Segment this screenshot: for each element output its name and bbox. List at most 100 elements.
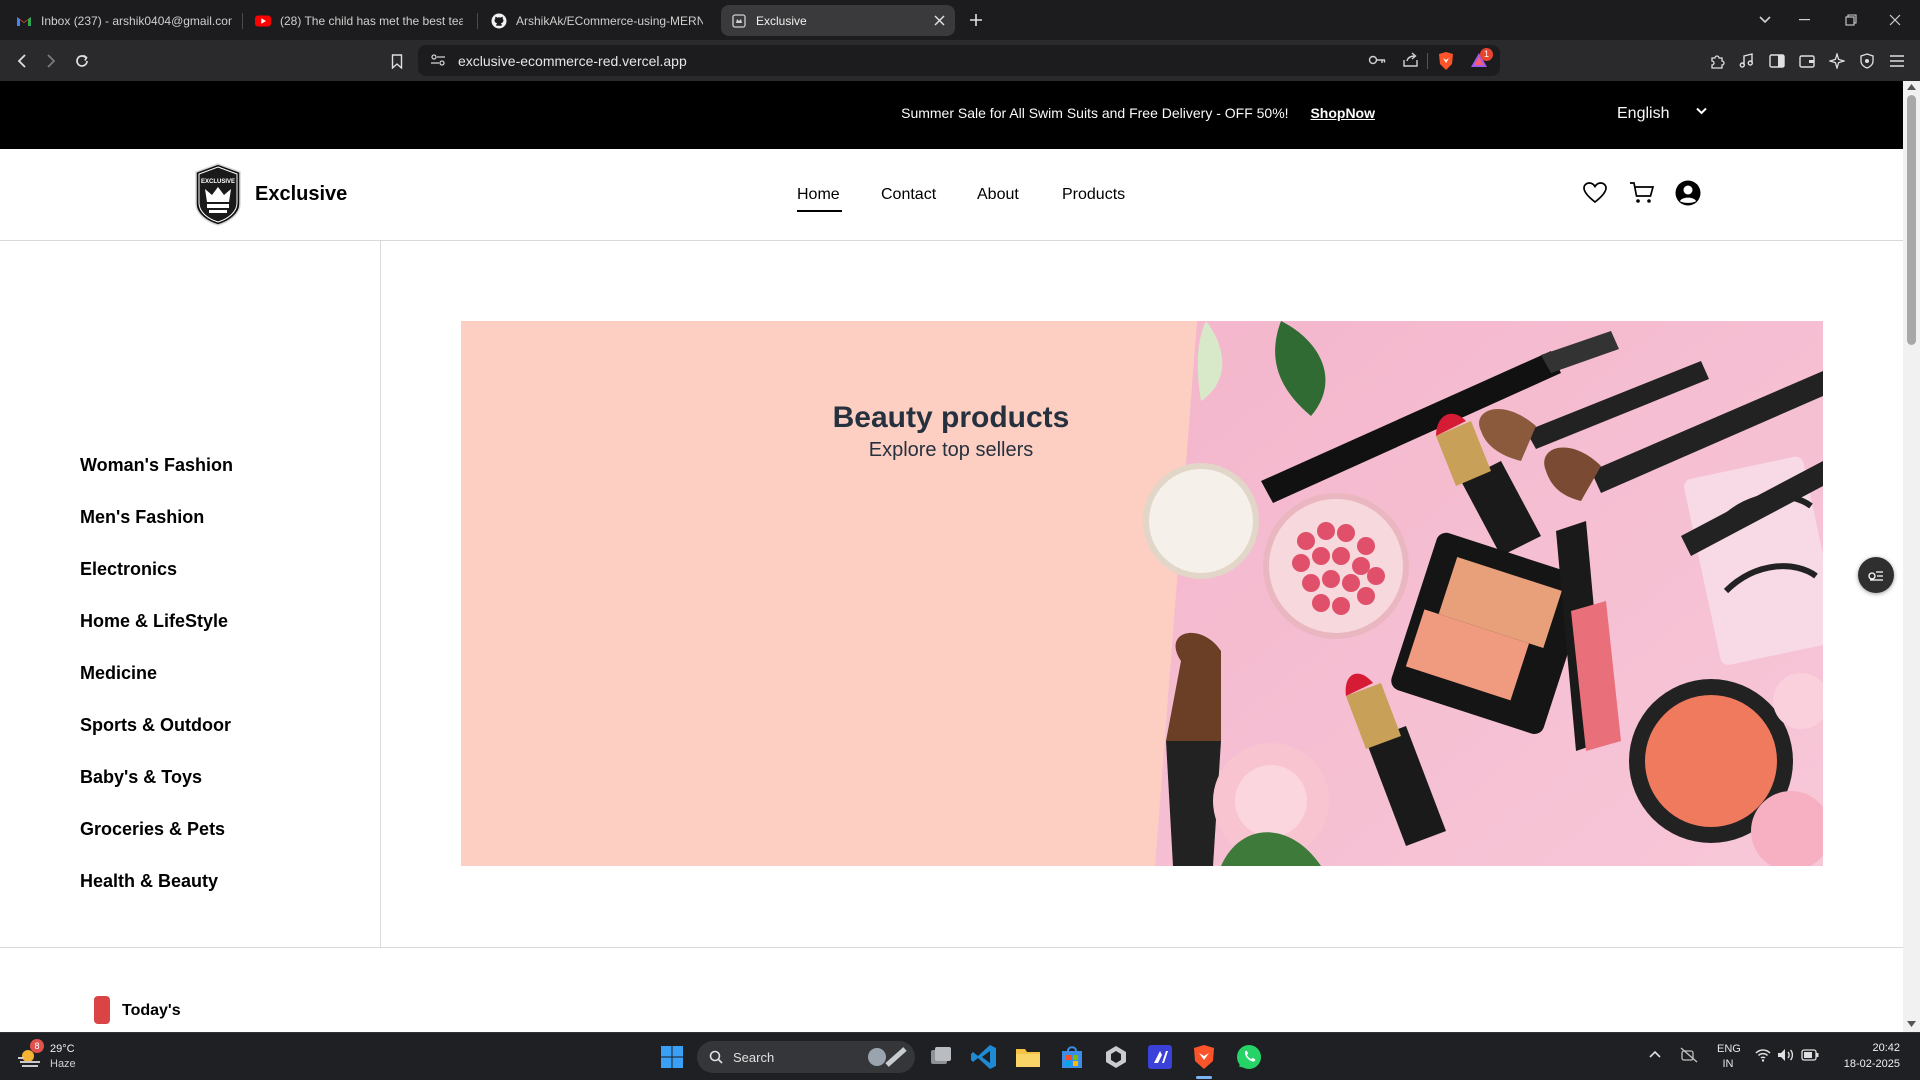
category-health-beauty[interactable]: Health & Beauty xyxy=(80,871,218,892)
tab-title: (28) The child has met the best teacher xyxy=(280,13,463,28)
section-divider xyxy=(0,947,1903,948)
site-settings-icon[interactable] xyxy=(430,53,446,67)
tab-gmail[interactable]: Inbox (237) - arshik0404@gmail.com xyxy=(6,5,242,36)
forward-icon[interactable] xyxy=(38,48,64,74)
clock-date[interactable]: 18-02-2025 xyxy=(1830,1058,1900,1070)
category-babys-toys[interactable]: Baby's & Toys xyxy=(80,767,202,788)
category-medicine[interactable]: Medicine xyxy=(80,663,157,684)
brand-name[interactable]: Exclusive xyxy=(255,183,347,206)
scrollbar-thumb[interactable] xyxy=(1907,95,1916,345)
floating-tools-button[interactable] xyxy=(1858,557,1894,593)
gmail-icon xyxy=(17,16,31,26)
page-scrollbar[interactable] xyxy=(1903,81,1920,1032)
restore-icon[interactable] xyxy=(1838,8,1864,32)
url-separator xyxy=(1427,53,1428,69)
minimize-icon[interactable] xyxy=(1792,8,1818,32)
cart-icon[interactable] xyxy=(1628,179,1656,207)
category-sidebar: Woman's Fashion Men's Fashion Electronic… xyxy=(0,241,381,947)
unity-hub-icon[interactable] xyxy=(1102,1043,1130,1071)
weather-temperature[interactable]: 29°C xyxy=(50,1043,75,1055)
password-key-icon[interactable] xyxy=(1368,54,1386,66)
chevron-down-icon[interactable] xyxy=(1696,107,1707,115)
brave-browser-icon[interactable] xyxy=(1190,1043,1218,1071)
scroll-up-icon[interactable] xyxy=(1907,84,1916,90)
exclusive-logo-icon[interactable]: EXCLUSIVE xyxy=(193,162,243,226)
tab-separator xyxy=(477,13,478,29)
nav-home[interactable]: Home xyxy=(797,186,840,204)
user-account-icon[interactable] xyxy=(1674,179,1702,207)
search-placeholder: Search xyxy=(733,1050,775,1065)
input-region[interactable]: IN xyxy=(1717,1058,1739,1070)
wifi-icon[interactable] xyxy=(1755,1048,1771,1062)
extensions-icon[interactable] xyxy=(1708,52,1726,70)
tab-title: ArshikAk/ECommerce-using-MERN xyxy=(516,13,703,28)
tray-chevron-up-icon[interactable] xyxy=(1649,1050,1661,1058)
web-page: Summer Sale for All Swim Suits and Free … xyxy=(0,81,1903,1032)
volume-icon[interactable] xyxy=(1777,1048,1795,1062)
brave-shields-icon[interactable] xyxy=(1437,51,1455,71)
tab-title: Exclusive xyxy=(756,13,807,28)
clock-time[interactable]: 20:42 xyxy=(1840,1042,1900,1054)
category-womens-fashion[interactable]: Woman's Fashion xyxy=(80,455,233,476)
tab-exclusive[interactable]: Exclusive xyxy=(721,5,955,36)
filter-lines-icon xyxy=(1868,571,1883,581)
input-language[interactable]: ENG xyxy=(1717,1043,1741,1055)
task-view-icon[interactable] xyxy=(927,1043,955,1071)
windows-start-icon[interactable] xyxy=(660,1045,684,1069)
hero-banner[interactable]: Beauty products Explore top sellers xyxy=(461,321,1823,866)
page-icon xyxy=(732,13,746,28)
leo-ai-icon[interactable] xyxy=(1828,52,1846,70)
media-music-icon[interactable] xyxy=(1737,52,1755,70)
category-groceries-pets[interactable]: Groceries & Pets xyxy=(80,819,225,840)
new-tab-icon[interactable] xyxy=(969,13,983,27)
active-app-indicator xyxy=(1196,1076,1212,1079)
youtube-icon xyxy=(255,15,271,26)
back-icon[interactable] xyxy=(9,48,35,74)
shop-now-link[interactable]: ShopNow xyxy=(1310,105,1375,121)
browser-toolbar: exclusive-ecommerce-red.vercel.app 1 xyxy=(0,40,1920,81)
visual-studio-icon[interactable] xyxy=(1146,1043,1174,1071)
tab-github[interactable]: ArshikAk/ECommerce-using-MERN xyxy=(481,5,713,36)
nav-products[interactable]: Products xyxy=(1062,186,1125,204)
file-explorer-icon[interactable] xyxy=(1014,1043,1042,1071)
address-bar[interactable]: exclusive-ecommerce-red.vercel.app 1 xyxy=(418,45,1500,76)
category-electronics[interactable]: Electronics xyxy=(80,559,177,580)
category-home-lifestyle[interactable]: Home & LifeStyle xyxy=(80,611,228,632)
svg-text:EXCLUSIVE: EXCLUSIVE xyxy=(201,179,235,185)
tab-list-chevron-icon[interactable] xyxy=(1752,8,1778,32)
site-header: EXCLUSIVE Exclusive Home Contact About P… xyxy=(0,149,1903,241)
share-icon[interactable] xyxy=(1402,52,1419,68)
language-select[interactable]: English xyxy=(1617,105,1669,123)
weather-description[interactable]: Haze xyxy=(50,1058,76,1070)
notification-badge: 1 xyxy=(1480,48,1493,61)
tab-youtube[interactable]: (28) The child has met the best teacher xyxy=(245,5,473,36)
scroll-down-icon[interactable] xyxy=(1907,1021,1916,1027)
promo-bar: Summer Sale for All Swim Suits and Free … xyxy=(0,81,1903,149)
category-mens-fashion[interactable]: Men's Fashion xyxy=(80,507,204,528)
wishlist-heart-icon[interactable] xyxy=(1581,179,1609,207)
nav-about[interactable]: About xyxy=(977,186,1019,204)
microsoft-store-icon[interactable] xyxy=(1058,1043,1086,1071)
hero-subtitle: Explore top sellers xyxy=(868,439,1034,461)
category-sports-outdoor[interactable]: Sports & Outdoor xyxy=(80,715,231,736)
section-accent-bar xyxy=(94,996,110,1024)
whatsapp-icon[interactable] xyxy=(1235,1043,1263,1071)
nav-contact[interactable]: Contact xyxy=(881,186,936,204)
meet-now-muted-icon[interactable] xyxy=(1680,1047,1698,1063)
close-window-icon[interactable] xyxy=(1882,8,1908,32)
hero-title: Beauty products xyxy=(832,401,1070,434)
sidebar-toggle-icon[interactable] xyxy=(1768,52,1786,70)
wallet-icon[interactable] xyxy=(1798,52,1816,70)
browser-tab-bar: Inbox (237) - arshik0404@gmail.com (28) … xyxy=(0,0,1920,40)
vpn-shield-icon[interactable] xyxy=(1858,52,1876,70)
menu-hamburger-icon[interactable] xyxy=(1888,52,1906,70)
vscode-icon[interactable] xyxy=(970,1043,998,1071)
windows-taskbar: 8 29°C Haze Search ENG IN 20:42 18-02-20… xyxy=(0,1032,1920,1080)
search-icon xyxy=(709,1050,723,1064)
reload-icon[interactable] xyxy=(69,48,95,74)
taskbar-search[interactable]: Search xyxy=(697,1041,915,1073)
battery-icon[interactable] xyxy=(1801,1049,1819,1061)
close-tab-icon[interactable] xyxy=(934,15,945,26)
bookmark-icon[interactable] xyxy=(384,48,410,74)
url-text[interactable]: exclusive-ecommerce-red.vercel.app xyxy=(458,53,687,69)
